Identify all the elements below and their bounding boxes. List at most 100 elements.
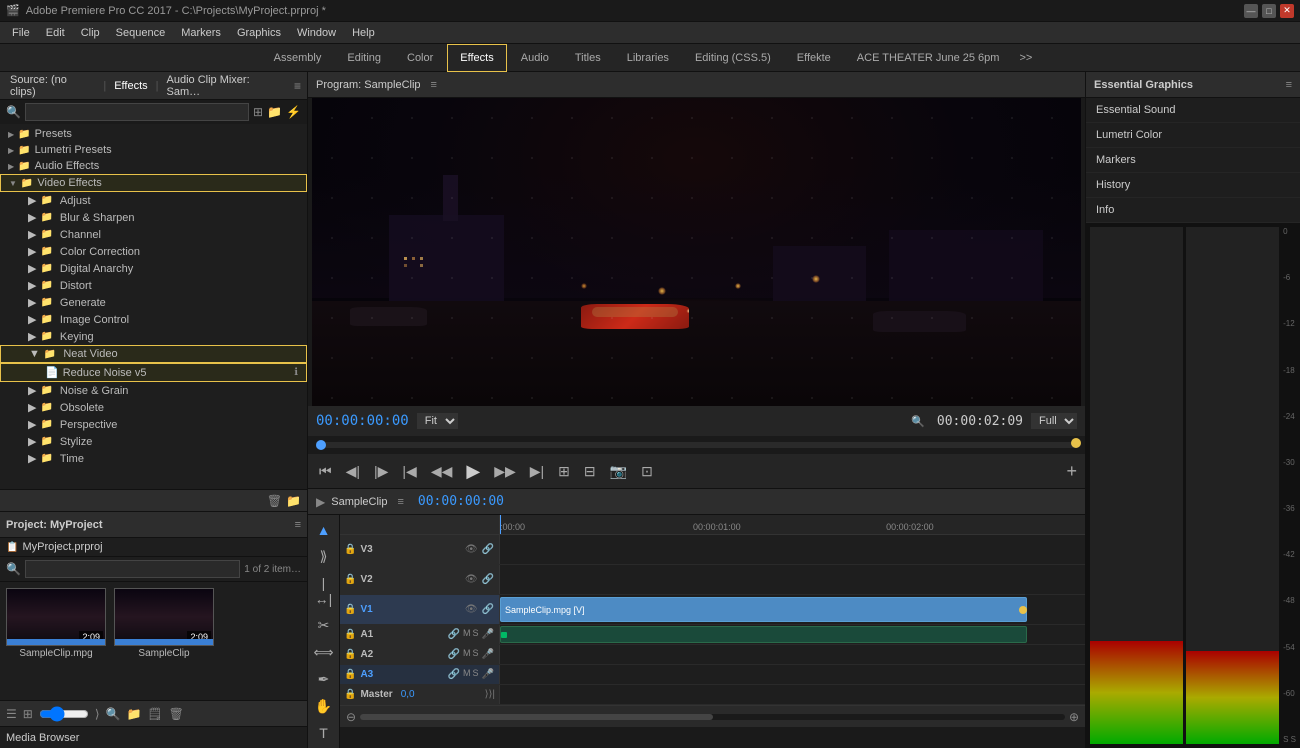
video-clip-v1[interactable]: SampleClip.mpg [V] bbox=[500, 597, 1027, 622]
track-v1-content[interactable]: SampleClip.mpg [V] bbox=[500, 595, 1085, 624]
menu-window[interactable]: Window bbox=[289, 25, 344, 41]
effect-sub-stylize[interactable]: ▶📁 Stylize bbox=[0, 433, 307, 450]
track-v1-sync-btn[interactable]: 🔗 bbox=[481, 603, 495, 616]
go-to-out-btn[interactable]: ▶| bbox=[527, 460, 547, 483]
effect-sub-neat-video[interactable]: ▼📁 Neat Video bbox=[0, 345, 307, 363]
menu-help[interactable]: Help bbox=[344, 25, 383, 41]
tab-effekte[interactable]: Effekte bbox=[785, 44, 843, 72]
effect-category-presets[interactable]: ▶ 📁 Presets bbox=[0, 126, 307, 142]
track-a1-mic-btn[interactable]: 🎤 bbox=[481, 628, 495, 641]
export-frame-btn[interactable]: 📷 bbox=[607, 460, 630, 483]
effect-sub-noise-grain[interactable]: ▶📁 Noise & Grain bbox=[0, 382, 307, 399]
mark-in-btn[interactable]: ⏮ bbox=[316, 460, 335, 483]
effects-tab-audiomix[interactable]: Audio Clip Mixer: Sam… bbox=[163, 72, 290, 100]
new-bin-btn[interactable]: 📁 bbox=[126, 707, 141, 721]
menu-file[interactable]: File bbox=[4, 25, 38, 41]
track-v1-eye-btn[interactable]: 👁 bbox=[464, 603, 479, 616]
track-a1-content[interactable] bbox=[500, 625, 1085, 644]
effect-category-video[interactable]: ▼ 📁 Video Effects bbox=[0, 174, 307, 192]
menu-sequence[interactable]: Sequence bbox=[108, 25, 174, 41]
overwrite-btn[interactable]: ⊟ bbox=[581, 460, 599, 483]
close-button[interactable]: ✕ bbox=[1280, 4, 1294, 18]
list-view-btn[interactable]: ☰ bbox=[6, 707, 17, 721]
effect-sub-generate[interactable]: ▶📁 Generate bbox=[0, 294, 307, 311]
info-item[interactable]: Info bbox=[1086, 198, 1300, 223]
menu-clip[interactable]: Clip bbox=[73, 25, 108, 41]
effects-custom-bin-btn[interactable]: 📁 bbox=[286, 494, 301, 508]
ripple-edit-tool[interactable]: |↔| bbox=[310, 572, 337, 610]
ruler-bar[interactable]: :00:00 00:00:01:00 00:00:02:00 bbox=[500, 515, 1085, 534]
effects-delete-btn[interactable]: 🗑 bbox=[267, 494, 282, 508]
effect-sub-perspective[interactable]: ▶📁 Perspective bbox=[0, 416, 307, 433]
scrub-head[interactable] bbox=[316, 440, 326, 450]
menu-graphics[interactable]: Graphics bbox=[229, 25, 289, 41]
step-back-btn[interactable]: ◀| bbox=[343, 460, 363, 483]
slip-tool[interactable]: ⟺ bbox=[310, 641, 336, 664]
effect-info-btn[interactable]: ℹ bbox=[294, 367, 298, 378]
track-v3-content[interactable] bbox=[500, 535, 1085, 564]
maximize-button[interactable]: □ bbox=[1262, 4, 1276, 18]
effect-sub-digital-anarchy[interactable]: ▶📁 Digital Anarchy bbox=[0, 260, 307, 277]
new-item-btn[interactable]: 🗒 bbox=[147, 707, 162, 721]
project-search-input[interactable] bbox=[25, 560, 240, 578]
lumetri-color-item[interactable]: Lumetri Color bbox=[1086, 123, 1300, 148]
track-select-fwd-tool[interactable]: ⟫ bbox=[317, 545, 331, 568]
track-a1-sync-btn[interactable]: 🔗 bbox=[447, 628, 461, 641]
safe-margins-btn[interactable]: ⊡ bbox=[638, 460, 656, 483]
track-a3-mic-btn[interactable]: 🎤 bbox=[481, 668, 495, 681]
pen-tool[interactable]: ✒ bbox=[315, 668, 333, 691]
tab-color[interactable]: Color bbox=[395, 44, 445, 72]
timeline-scrollbar[interactable] bbox=[360, 714, 1065, 720]
essential-sound-item[interactable]: Essential Sound bbox=[1086, 98, 1300, 123]
project-menu-icon[interactable]: ≡ bbox=[295, 519, 301, 531]
razor-tool[interactable]: ✂ bbox=[315, 614, 333, 637]
audio-clip-a1[interactable] bbox=[500, 626, 1027, 643]
go-to-in-btn[interactable]: |◀ bbox=[399, 460, 419, 483]
history-item[interactable]: History bbox=[1086, 173, 1300, 198]
tab-editing[interactable]: Editing bbox=[335, 44, 393, 72]
accelerate-icon-btn[interactable]: ⚡ bbox=[286, 105, 301, 119]
tab-editing-css[interactable]: Editing (CSS.5) bbox=[683, 44, 783, 72]
icon-view-btn[interactable]: ⊞ bbox=[23, 707, 33, 721]
type-tool[interactable]: T bbox=[316, 722, 331, 744]
track-a2-mic-btn[interactable]: 🎤 bbox=[481, 648, 495, 661]
clip-thumbnail-1[interactable]: 2:09 SampleClip.mpg bbox=[6, 588, 106, 694]
monitor-menu-icon[interactable]: ≡ bbox=[431, 79, 437, 91]
fit-selector[interactable]: Fit bbox=[417, 413, 458, 429]
automate-btn[interactable]: ⟩ bbox=[95, 707, 100, 721]
tab-audio[interactable]: Audio bbox=[509, 44, 561, 72]
markers-item[interactable]: Markers bbox=[1086, 148, 1300, 173]
track-a3-content[interactable] bbox=[500, 665, 1085, 684]
effect-sub-color-correction[interactable]: ▶📁 Color Correction bbox=[0, 243, 307, 260]
track-v2-sync-btn[interactable]: 🔗 bbox=[481, 573, 495, 586]
tab-ace-theater[interactable]: ACE THEATER June 25 6pm bbox=[845, 44, 1012, 72]
effects-panel-menu[interactable]: ≡ bbox=[294, 79, 301, 93]
track-v3-sync-btn[interactable]: 🔗 bbox=[481, 543, 495, 556]
track-master-content[interactable] bbox=[500, 685, 1085, 704]
track-v3-eye-btn[interactable]: 👁 bbox=[464, 543, 479, 556]
minimize-button[interactable]: — bbox=[1244, 4, 1258, 18]
effect-sub-blur[interactable]: ▶📁 Blur & Sharpen bbox=[0, 209, 307, 226]
effect-sub-channel[interactable]: ▶📁 Channel bbox=[0, 226, 307, 243]
effects-tab-source[interactable]: Source: (no clips) bbox=[6, 72, 99, 100]
find-btn[interactable]: 🔍 bbox=[106, 707, 121, 721]
hand-tool[interactable]: ✋ bbox=[312, 695, 335, 718]
play-btn[interactable]: ▶ bbox=[463, 458, 483, 485]
tl-zoom-in-btn[interactable]: ⊕ bbox=[1069, 710, 1079, 724]
effect-sub-time[interactable]: ▶📁 Time bbox=[0, 450, 307, 467]
tab-libraries[interactable]: Libraries bbox=[615, 44, 681, 72]
folder-icon-btn[interactable]: 📁 bbox=[267, 105, 282, 119]
effect-sub-keying[interactable]: ▶📁 Keying bbox=[0, 328, 307, 345]
zoom-slider[interactable] bbox=[39, 706, 89, 722]
tl-zoom-out-btn[interactable]: ⊖ bbox=[346, 710, 356, 724]
menu-edit[interactable]: Edit bbox=[38, 25, 73, 41]
effect-category-audio[interactable]: ▶ 📁 Audio Effects bbox=[0, 158, 307, 174]
effects-tab-effects[interactable]: Effects bbox=[110, 78, 151, 94]
insert-btn[interactable]: ⊞ bbox=[555, 460, 573, 483]
master-end-btn[interactable]: ⟩⟩| bbox=[485, 689, 495, 700]
tab-effects[interactable]: Effects bbox=[447, 44, 506, 72]
effect-sub-adjust[interactable]: ▶📁 Adjust bbox=[0, 192, 307, 209]
effect-sub-obsolete[interactable]: ▶📁 Obsolete bbox=[0, 399, 307, 416]
track-a3-sync-btn[interactable]: 🔗 bbox=[447, 668, 461, 681]
tab-assembly[interactable]: Assembly bbox=[262, 44, 334, 72]
